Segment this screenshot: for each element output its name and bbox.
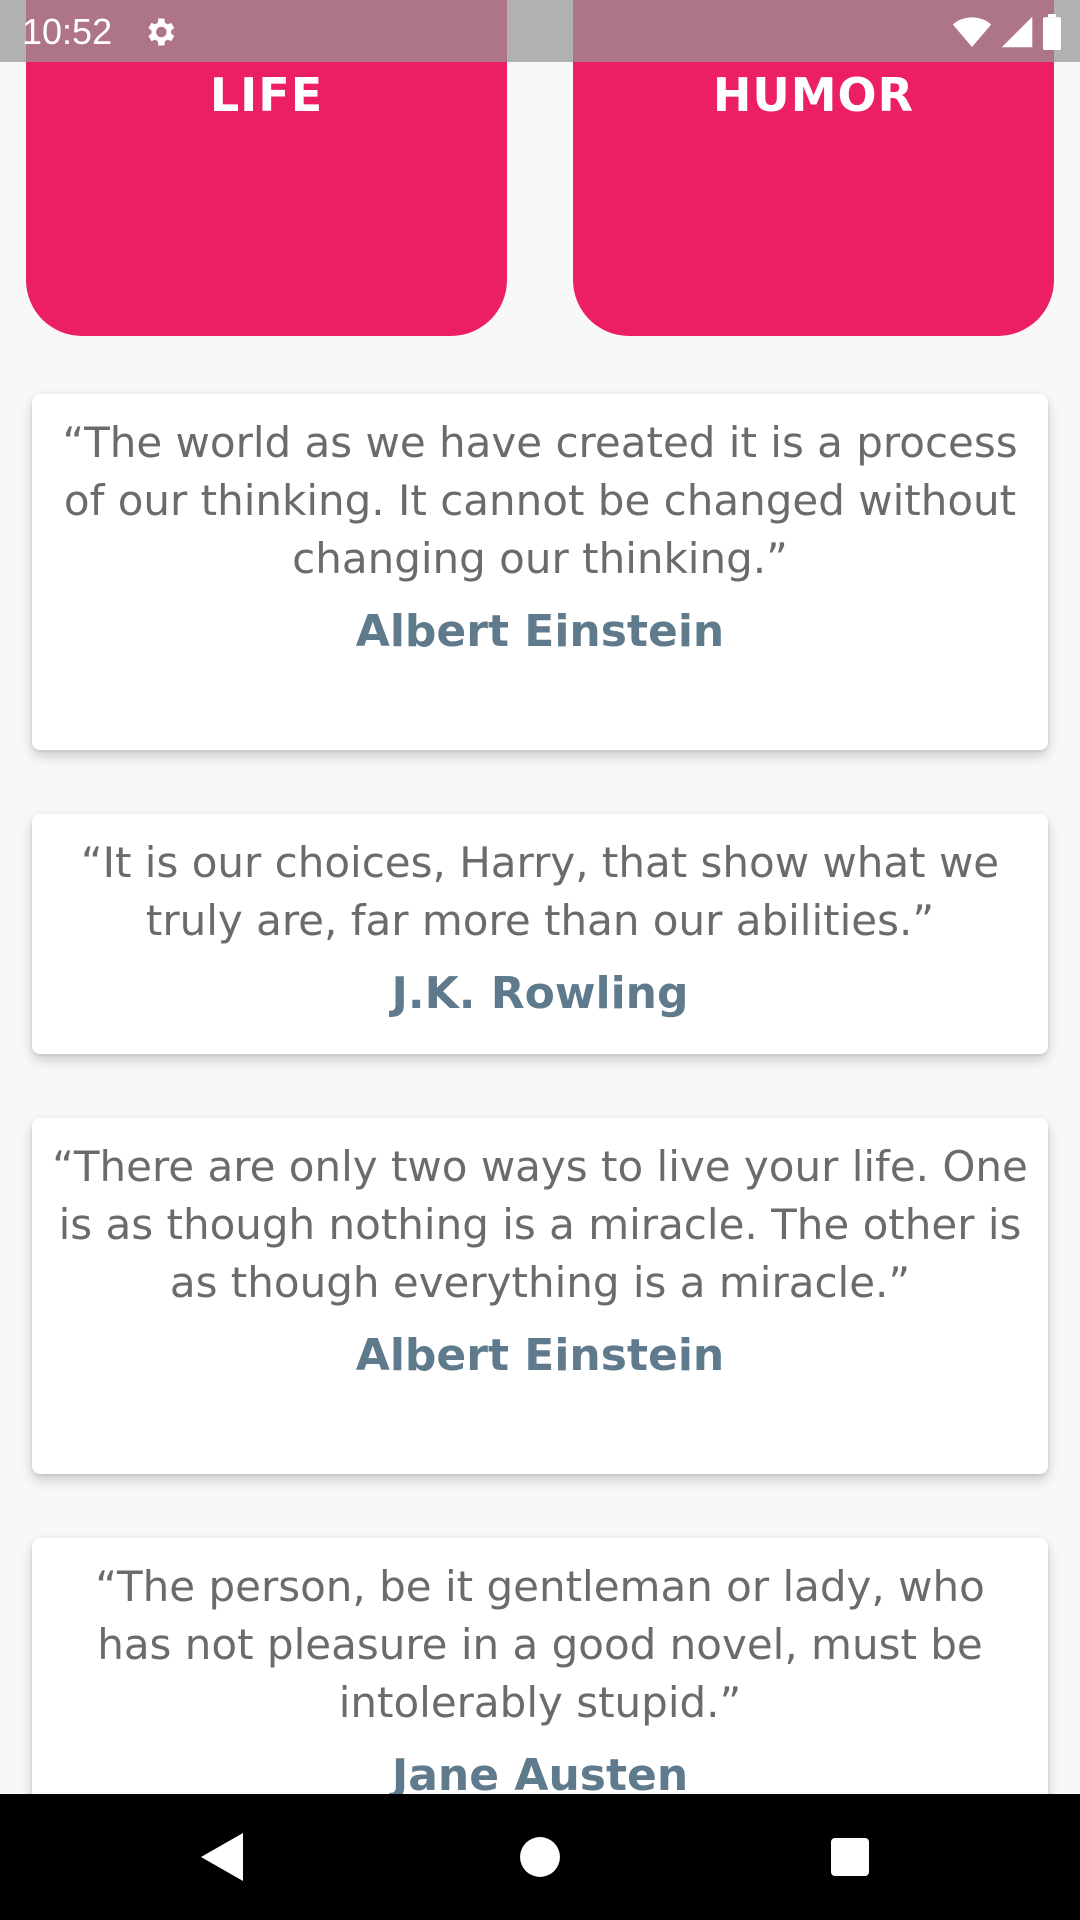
quote-card[interactable]: “The world as we have created it is a pr… [32, 394, 1048, 750]
category-label-humor: HUMOR [712, 68, 915, 122]
home-icon [520, 1837, 560, 1877]
quote-text: “The person, be it gentleman or lady, wh… [95, 1562, 985, 1727]
quote-card[interactable]: “There are only two ways to live your li… [32, 1118, 1048, 1474]
signal-icon [1001, 16, 1033, 48]
back-button[interactable] [190, 1824, 256, 1890]
category-label-life: LIFE [209, 68, 324, 122]
quote-author: Albert Einstein [355, 1330, 725, 1381]
status-icons [952, 12, 1062, 52]
quotes-screen: LIFE HUMOR 10:52 “The world as we have c… [0, 0, 1080, 1920]
status-time: 10:52 [22, 11, 113, 52]
quote-text: “It is our choices, Harry, that show wha… [80, 838, 1000, 945]
recents-icon [831, 1838, 869, 1876]
wifi-icon [952, 17, 992, 47]
quote-text: “The world as we have created it is a pr… [62, 418, 1018, 583]
quote-card[interactable]: “It is our choices, Harry, that show wha… [32, 814, 1048, 1054]
quote-author: J.K. Rowling [391, 968, 689, 1019]
navigation-bar [0, 1794, 1080, 1920]
recents-button[interactable] [817, 1824, 883, 1890]
battery-icon [1043, 14, 1061, 50]
home-button[interactable] [507, 1824, 573, 1890]
gear-icon [148, 18, 175, 46]
back-icon [201, 1833, 243, 1881]
quote-text: “There are only two ways to live your li… [52, 1142, 1028, 1307]
status-bar: 10:52 [0, 0, 1080, 62]
quote-author: Albert Einstein [355, 606, 725, 657]
